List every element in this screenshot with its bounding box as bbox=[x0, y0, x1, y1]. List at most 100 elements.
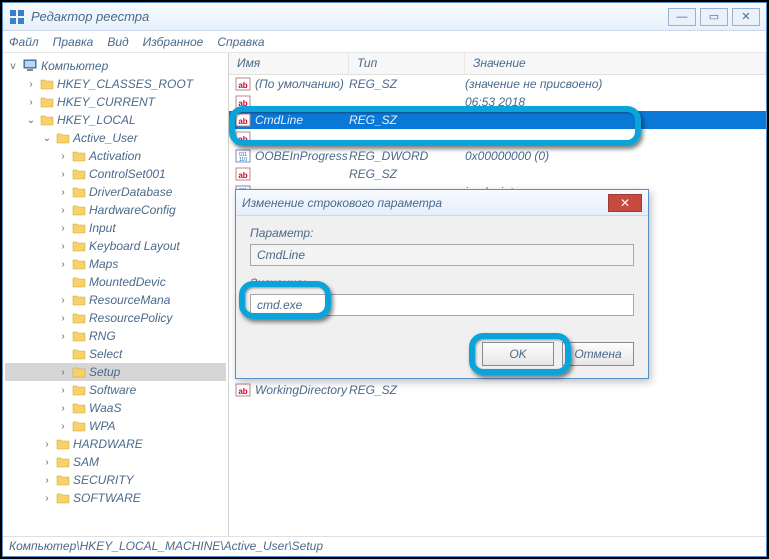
expand-icon[interactable]: › bbox=[41, 457, 53, 468]
tree-label: ResourcePolicy bbox=[89, 311, 172, 325]
cancel-button[interactable]: Отмена bbox=[562, 342, 634, 366]
tree-label: DriverDatabase bbox=[89, 185, 172, 199]
expand-icon[interactable]: › bbox=[57, 403, 69, 414]
string-value-icon: ab bbox=[235, 112, 251, 128]
folder-icon bbox=[72, 204, 86, 216]
folder-icon bbox=[72, 294, 86, 306]
registry-editor-icon bbox=[9, 9, 25, 25]
svg-text:ab: ab bbox=[238, 81, 247, 90]
tree-item[interactable]: › HARDWARE bbox=[5, 435, 226, 453]
expand-icon[interactable]: v bbox=[7, 61, 19, 72]
value-name: OOBEInProgress bbox=[255, 149, 349, 163]
menu-edit[interactable]: Правка bbox=[53, 35, 94, 49]
value-row[interactable]: ab bbox=[229, 129, 766, 147]
expand-icon[interactable]: › bbox=[57, 385, 69, 396]
expand-icon[interactable]: › bbox=[57, 241, 69, 252]
registry-tree[interactable]: vКомпьютер›HKEY_CLASSES_ROOT›HKEY_CURREN… bbox=[3, 53, 229, 536]
dialog-close-button[interactable]: ✕ bbox=[608, 194, 642, 212]
folder-icon bbox=[72, 330, 86, 342]
tree-item[interactable]: ›ResourceMana bbox=[5, 291, 226, 309]
tree-item[interactable]: ›HardwareConfig bbox=[5, 201, 226, 219]
tree-item[interactable]: ›WPA bbox=[5, 417, 226, 435]
tree-item[interactable]: ›Software bbox=[5, 381, 226, 399]
value-field[interactable] bbox=[250, 294, 634, 316]
folder-icon bbox=[72, 366, 86, 378]
expand-icon[interactable]: › bbox=[25, 79, 37, 90]
close-button[interactable]: ✕ bbox=[732, 8, 760, 26]
value-row[interactable]: abCmdLineREG_SZ bbox=[229, 111, 766, 129]
tree-item[interactable]: › SAM bbox=[5, 453, 226, 471]
tree-item[interactable]: ›Input bbox=[5, 219, 226, 237]
tree-label: Maps bbox=[89, 257, 118, 271]
tree-item[interactable]: › Maps bbox=[5, 255, 226, 273]
tree-item[interactable]: MountedDevic bbox=[5, 273, 226, 291]
tree-item[interactable]: Select bbox=[5, 345, 226, 363]
menu-help[interactable]: Справка bbox=[217, 35, 264, 49]
expand-icon[interactable]: › bbox=[57, 187, 69, 198]
expand-icon[interactable]: › bbox=[57, 313, 69, 324]
value-row[interactable]: ab(По умолчанию)REG_SZ(значение не присв… bbox=[229, 75, 766, 93]
folder-icon bbox=[72, 168, 86, 180]
expand-icon[interactable]: ⌄ bbox=[41, 133, 53, 144]
minimize-button[interactable]: — bbox=[668, 8, 696, 26]
col-value[interactable]: Значение bbox=[465, 53, 766, 74]
tree-root[interactable]: vКомпьютер bbox=[5, 57, 226, 75]
expand-icon[interactable]: › bbox=[41, 475, 53, 486]
tree-label: SAM bbox=[73, 455, 99, 469]
expand-icon[interactable]: › bbox=[57, 169, 69, 180]
ok-button[interactable]: OK bbox=[482, 342, 554, 366]
tree-item[interactable]: › DriverDatabase bbox=[5, 183, 226, 201]
folder-icon bbox=[72, 276, 86, 288]
folder-icon bbox=[40, 78, 54, 90]
value-row[interactable]: abREG_SZ bbox=[229, 165, 766, 183]
folder-icon bbox=[56, 456, 70, 468]
folder-icon bbox=[72, 150, 86, 162]
tree-item[interactable]: ›RNG bbox=[5, 327, 226, 345]
folder-icon bbox=[72, 186, 86, 198]
value-row[interactable]: 011110OOBEInProgressREG_DWORD0x00000000 … bbox=[229, 147, 766, 165]
expand-icon[interactable]: › bbox=[57, 205, 69, 216]
expand-icon[interactable]: › bbox=[41, 439, 53, 450]
expand-icon[interactable]: › bbox=[57, 223, 69, 234]
expand-icon[interactable]: › bbox=[57, 367, 69, 378]
expand-icon[interactable]: › bbox=[57, 331, 69, 342]
tree-item[interactable]: ›Keyboard Layout bbox=[5, 237, 226, 255]
tree-label: HKEY_CURRENT bbox=[57, 95, 155, 109]
tree-item[interactable]: ›Activation bbox=[5, 147, 226, 165]
expand-icon[interactable]: › bbox=[57, 151, 69, 162]
folder-icon bbox=[40, 96, 54, 108]
tree-item[interactable]: ›ControlSet001 bbox=[5, 165, 226, 183]
maximize-button[interactable]: ▭ bbox=[700, 8, 728, 26]
statusbar: Компьютер\HKEY_LOCAL_MACHINE\Active_User… bbox=[3, 536, 766, 556]
col-type[interactable]: Тип bbox=[349, 53, 465, 74]
value-row[interactable]: ab06:53 2018 bbox=[229, 93, 766, 111]
tree-item[interactable]: ›WaaS bbox=[5, 399, 226, 417]
folder-icon bbox=[56, 492, 70, 504]
values-header: Имя Тип Значение bbox=[229, 53, 766, 75]
value-type: REG_SZ bbox=[349, 167, 465, 181]
expand-icon[interactable]: › bbox=[57, 421, 69, 432]
tree-item[interactable]: ›Setup bbox=[5, 363, 226, 381]
tree-item[interactable]: ⌄Active_User bbox=[5, 129, 226, 147]
tree-label: HARDWARE bbox=[73, 437, 143, 451]
expand-icon[interactable]: › bbox=[25, 97, 37, 108]
computer-icon bbox=[22, 59, 38, 73]
tree-item[interactable]: ›SECURITY bbox=[5, 471, 226, 489]
expand-icon[interactable]: › bbox=[57, 259, 69, 270]
expand-icon[interactable]: › bbox=[57, 295, 69, 306]
tree-item[interactable]: ›HKEY_CLASSES_ROOT bbox=[5, 75, 226, 93]
tree-item[interactable]: › ResourcePolicy bbox=[5, 309, 226, 327]
expand-icon[interactable]: › bbox=[41, 493, 53, 504]
tree-item[interactable]: ⌄HKEY_LOCAL bbox=[5, 111, 226, 129]
expand-icon[interactable]: ⌄ bbox=[25, 115, 37, 126]
value-row[interactable]: abWorkingDirectoryREG_SZ bbox=[229, 381, 766, 399]
dialog-titlebar: Изменение строкового параметра ✕ bbox=[236, 190, 648, 216]
menu-favorites[interactable]: Избранное bbox=[143, 35, 204, 49]
tree-item[interactable]: ›SOFTWARE bbox=[5, 489, 226, 507]
menu-file[interactable]: Файл bbox=[9, 35, 39, 49]
value-type: REG_SZ bbox=[349, 383, 465, 397]
menu-view[interactable]: Вид bbox=[107, 35, 128, 49]
folder-icon bbox=[72, 222, 86, 234]
col-name[interactable]: Имя bbox=[229, 53, 349, 74]
tree-item[interactable]: › HKEY_CURRENT bbox=[5, 93, 226, 111]
